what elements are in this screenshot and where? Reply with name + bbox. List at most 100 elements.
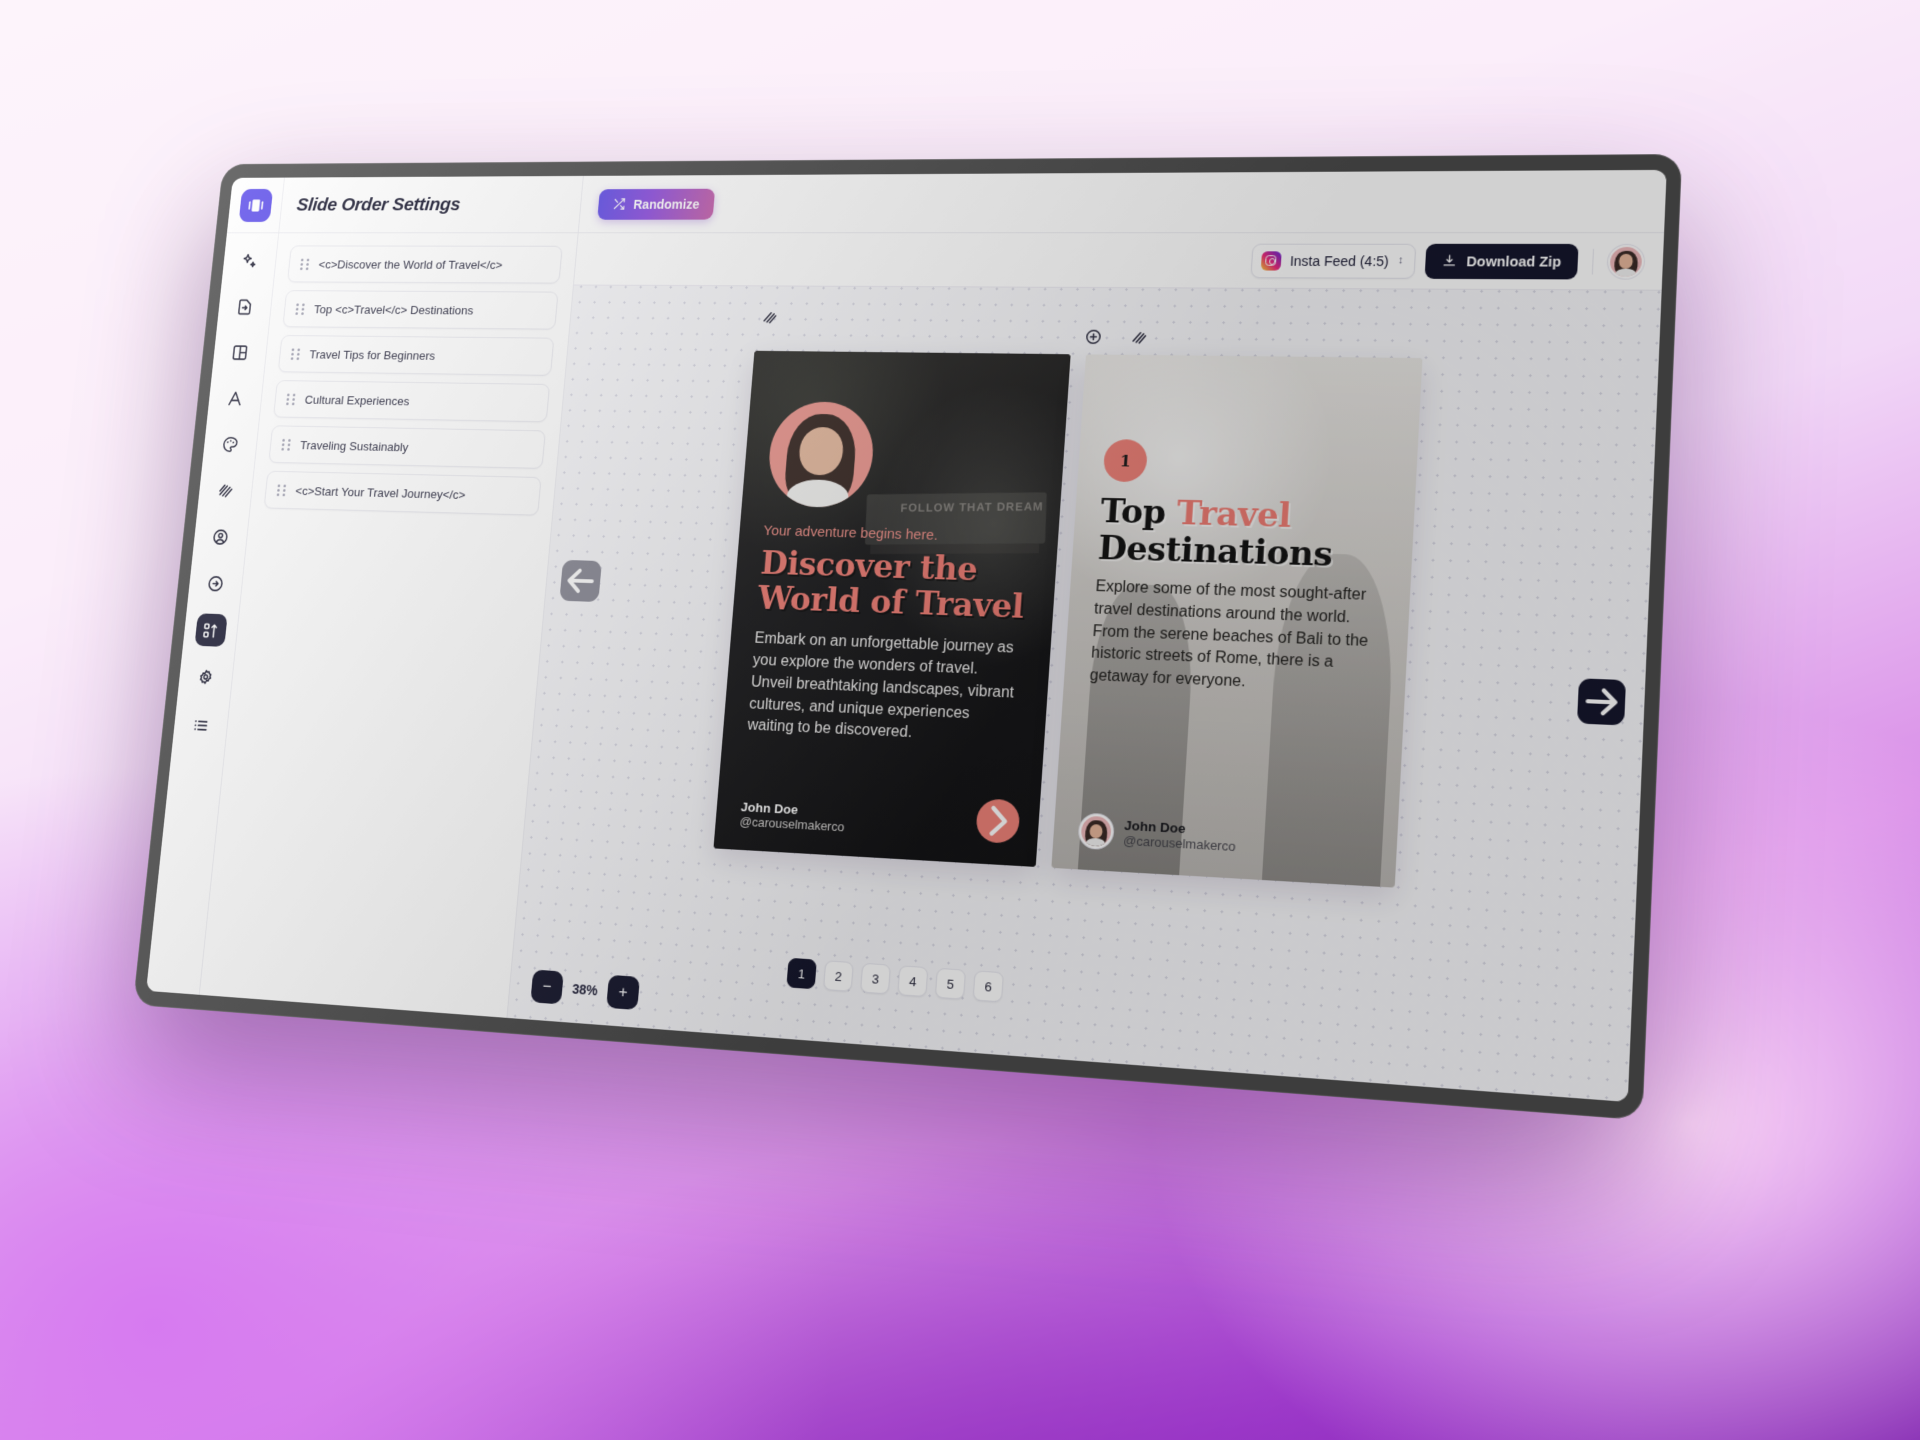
slide2-body: Explore some of the most sought-after tr… xyxy=(1089,578,1369,691)
slide2-pattern-icon[interactable] xyxy=(1129,328,1149,351)
toolbar: Randomize xyxy=(579,170,1667,232)
slide-order-item-2[interactable]: Top <c>Travel</c> Destinations xyxy=(282,290,559,330)
slide-2[interactable]: 1 Top Travel Destinations Explore some of… xyxy=(1051,354,1423,888)
palette-icon xyxy=(221,435,240,454)
slide2-title: Top Travel Destinations xyxy=(1096,492,1388,576)
drag-handle-icon[interactable] xyxy=(299,257,310,270)
slide-pager: 1 2 3 4 5 6 xyxy=(786,957,1004,1003)
avatar[interactable] xyxy=(1607,244,1645,279)
sidebar-item-layout[interactable] xyxy=(224,336,257,368)
randomize-label: Randomize xyxy=(632,196,701,212)
pager-page-4[interactable]: 4 xyxy=(897,965,929,998)
download-zip-button[interactable]: Download Zip xyxy=(1424,243,1579,279)
slide1-next-icon[interactable] xyxy=(975,798,1021,844)
slide-order-item-5[interactable]: Traveling Sustainably xyxy=(268,425,546,469)
chevron-updown-icon: ↕ xyxy=(1397,254,1404,267)
slide2-content: 1 Top Travel Destinations Explore some of… xyxy=(1051,354,1422,887)
canvas-header: Insta Feed (4:5) ↕ Download Zip xyxy=(573,233,1665,291)
slide1-content: Your adventure begins here. Discover the… xyxy=(713,351,1070,867)
drag-handle-icon[interactable] xyxy=(295,302,305,315)
canvas-area: Insta Feed (4:5) ↕ Download Zip FOLLOW T… xyxy=(507,233,1665,1103)
shuffle-icon xyxy=(612,197,626,211)
slide1-body: Embark on an unforgettable journey as yo… xyxy=(746,630,1015,742)
slide1-title: Discover the World of Travel xyxy=(756,544,1026,627)
sidebar-item-import[interactable] xyxy=(228,291,261,323)
sidebar-item-magic[interactable] xyxy=(233,245,266,276)
page-title: Slide Order Settings xyxy=(295,193,462,215)
arrow-right-icon xyxy=(1577,678,1626,725)
drag-handle-icon[interactable] xyxy=(276,483,288,497)
slide-order-item-6[interactable]: <c>Start Your Travel Journey</c> xyxy=(263,470,542,516)
file-export-icon xyxy=(235,297,254,316)
slide-order-item-3[interactable]: Travel Tips for Beginners xyxy=(277,335,555,376)
slide2-avatar xyxy=(1078,813,1115,850)
slide-order-label: Cultural Experiences xyxy=(304,392,411,408)
add-slide-icon[interactable] xyxy=(1083,328,1103,351)
slide1-kicker: Your adventure begins here. xyxy=(762,522,939,544)
drag-handle-icon[interactable] xyxy=(286,392,296,405)
slide1-pattern-icon[interactable] xyxy=(760,308,779,330)
slide1-avatar xyxy=(765,401,877,509)
slide2-number-badge: 1 xyxy=(1102,438,1149,483)
sidebar-item-profile[interactable] xyxy=(204,520,237,553)
prev-slide-button[interactable] xyxy=(559,559,602,603)
logo-cell xyxy=(227,177,285,233)
download-icon xyxy=(1442,254,1458,269)
slide-order-item-4[interactable]: Cultural Experiences xyxy=(273,380,551,423)
slide-order-label: <c>Start Your Travel Journey</c> xyxy=(294,483,467,502)
gear-icon xyxy=(196,667,215,687)
pager-page-3[interactable]: 3 xyxy=(860,962,891,995)
arrow-circle-right-icon xyxy=(206,574,225,593)
slide2-title-highlight: Travel xyxy=(1175,493,1293,536)
panel-header: Slide Order Settings xyxy=(279,175,584,233)
next-slide-button[interactable] xyxy=(1576,678,1627,726)
slide-1[interactable]: FOLLOW THAT DREAM Your adventure begins … xyxy=(713,350,1071,867)
text-a-icon xyxy=(226,389,245,408)
slide-order-item-1[interactable]: <c>Discover the World of Travel</c> xyxy=(287,245,563,284)
zoom-controls: − 38% + xyxy=(530,969,641,1011)
sidebar-item-list[interactable] xyxy=(184,707,217,741)
list-icon xyxy=(194,714,210,734)
arrow-left-icon xyxy=(559,560,602,602)
pager-page-2[interactable]: 2 xyxy=(823,960,854,992)
slide-stage: FOLLOW THAT DREAM Your adventure begins … xyxy=(507,285,1661,1102)
sparkles-icon xyxy=(240,252,259,270)
zoom-in-button[interactable]: + xyxy=(606,974,641,1011)
slide2-title-part1: Top xyxy=(1099,492,1179,533)
download-zip-label: Download Zip xyxy=(1466,253,1562,270)
randomize-button[interactable]: Randomize xyxy=(597,188,715,220)
sidebar-item-slide-order[interactable] xyxy=(194,613,228,647)
slide-order-label: Travel Tips for Beginners xyxy=(308,347,436,363)
drag-handle-icon[interactable] xyxy=(290,347,301,360)
sidebar-item-text[interactable] xyxy=(219,382,252,414)
slide2-title-part2: Destinations xyxy=(1096,528,1334,575)
sidebar-item-cta[interactable] xyxy=(199,567,232,600)
slide-order-label: Top <c>Travel</c> Destinations xyxy=(313,302,475,317)
sidebar-item-pattern[interactable] xyxy=(209,474,242,507)
zoom-out-button[interactable]: − xyxy=(530,969,564,1005)
sidebar-item-settings[interactable] xyxy=(189,660,222,694)
pager-page-1[interactable]: 1 xyxy=(786,957,817,990)
zoom-level-label: 38% xyxy=(571,981,599,999)
pager-page-6[interactable]: 6 xyxy=(972,970,1004,1003)
device-mockup: Slide Order Settings Randomize <c>Discov… xyxy=(132,154,1683,1121)
top-bar: Slide Order Settings Randomize xyxy=(226,169,1667,234)
user-circle-icon xyxy=(211,527,230,546)
sidebar-item-colors[interactable] xyxy=(214,428,247,461)
aspect-ratio-select[interactable]: Insta Feed (4:5) ↕ xyxy=(1250,243,1417,279)
pager-page-5[interactable]: 5 xyxy=(934,967,967,1000)
app-screen: Slide Order Settings Randomize <c>Discov… xyxy=(146,169,1667,1103)
drag-handle-icon[interactable] xyxy=(281,438,292,452)
slide-carousel: FOLLOW THAT DREAM Your adventure begins … xyxy=(713,350,1423,888)
slide-order-label: Traveling Sustainably xyxy=(299,437,410,454)
slide-order-label: <c>Discover the World of Travel</c> xyxy=(318,257,504,272)
page-background: Slide Order Settings Randomize <c>Discov… xyxy=(0,0,1920,1440)
sort-icon xyxy=(201,620,220,640)
app-body: <c>Discover the World of Travel</c> Top … xyxy=(146,233,1665,1103)
divider xyxy=(1591,248,1595,275)
layout-icon xyxy=(230,343,249,362)
carousel-logo-icon[interactable] xyxy=(238,188,273,222)
stripes-icon xyxy=(216,481,235,500)
aspect-ratio-label: Insta Feed (4:5) xyxy=(1289,252,1390,269)
instagram-icon xyxy=(1260,250,1282,271)
